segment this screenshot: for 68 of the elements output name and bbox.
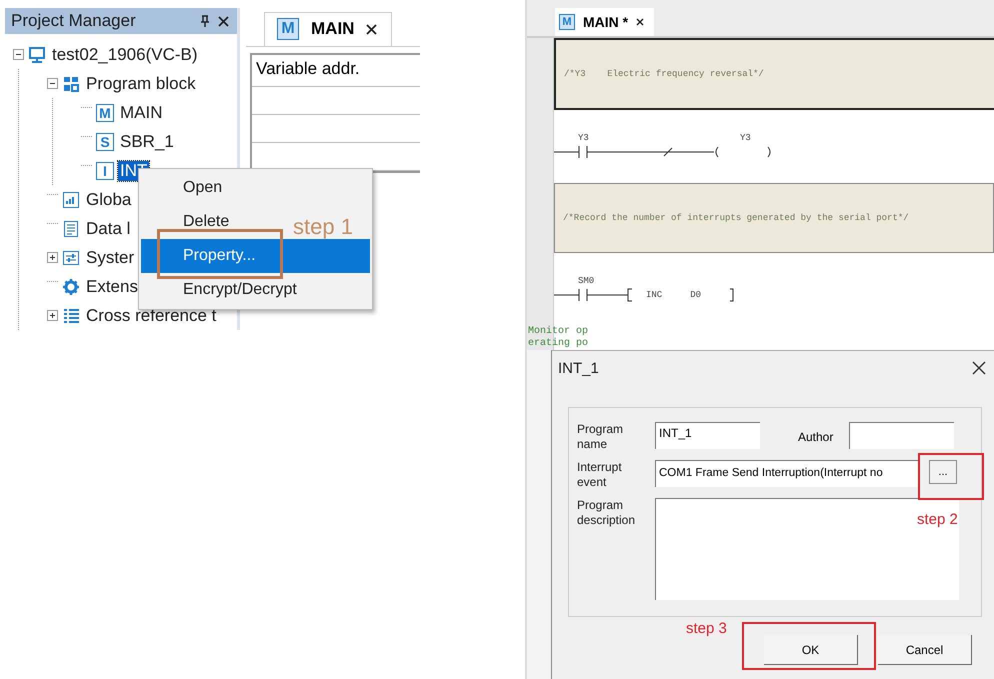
field-label: Author <box>798 430 834 444</box>
program-name-field[interactable]: INT_1 <box>655 422 760 449</box>
tab-label: MAIN * <box>583 14 628 30</box>
note-text: erating po <box>528 338 590 350</box>
note-text: Monitor op <box>528 326 590 338</box>
contact-symbol <box>554 288 624 302</box>
list-icon <box>62 306 80 324</box>
program-icon: S <box>96 132 114 150</box>
collapse-icon[interactable] <box>13 49 24 60</box>
program-icon: M <box>96 104 114 122</box>
browse-button[interactable]: ... <box>929 460 957 484</box>
panel-title: Project Manager <box>11 11 137 31</box>
tree-item[interactable]: MAIN <box>118 102 164 122</box>
editor-tab[interactable]: M MAIN * <box>555 8 654 36</box>
close-icon[interactable] <box>218 16 229 26</box>
program-icon: M <box>559 14 575 30</box>
close-icon[interactable] <box>972 361 986 375</box>
close-icon[interactable] <box>366 24 378 34</box>
step-label: step 1 <box>293 214 353 240</box>
comment-text: /*Y3 Electric frequency reversal*/ <box>564 68 764 79</box>
step-label: step 3 <box>686 620 727 637</box>
close-icon[interactable] <box>636 18 644 26</box>
blocks-icon <box>62 74 80 92</box>
program-icon: I <box>96 162 114 180</box>
field-label: Interrupt event <box>577 460 623 490</box>
author-field[interactable] <box>849 422 954 449</box>
dialog-title: INT_1 <box>558 360 599 376</box>
contact-label: Y3 <box>577 133 589 146</box>
tree-item[interactable]: Cross reference t <box>84 306 218 326</box>
field-label: Program name <box>577 422 624 452</box>
sliders-icon <box>62 248 80 266</box>
interrupt-event-field[interactable]: COM1 Frame Send Interruption(Interrupt no <box>655 460 919 487</box>
tree-item[interactable]: SBR_1 <box>118 132 176 152</box>
expand-icon[interactable] <box>47 310 58 321</box>
tab-label: MAIN <box>311 19 354 39</box>
tree-item[interactable]: test02_1906(VC-B) <box>50 44 200 64</box>
tree-item[interactable]: Data l <box>84 218 132 238</box>
document-icon <box>62 220 80 238</box>
coil-label: Y3 <box>739 133 751 146</box>
program-icon: M <box>277 18 299 40</box>
menu-item[interactable]: Open <box>141 171 230 205</box>
operand-label: D0 <box>690 290 702 300</box>
bracket-icon <box>624 288 634 302</box>
menu-item[interactable]: Encrypt/Decrypt <box>141 273 305 307</box>
gear-icon <box>62 278 80 296</box>
step-label: step 2 <box>917 511 958 528</box>
instruction-label: INC <box>646 290 662 300</box>
expand-icon[interactable] <box>47 252 58 263</box>
menu-item[interactable]: Property... <box>141 239 370 273</box>
chart-icon <box>62 190 80 208</box>
tree-item[interactable]: Program block <box>84 74 198 94</box>
comment-text: /*Record the number of interrupts generated by the serial port*/ <box>563 212 909 223</box>
tree-item[interactable]: Syster <box>84 248 136 268</box>
editor-tab[interactable]: M MAIN <box>264 12 392 46</box>
menu-item[interactable]: Delete <box>141 205 238 239</box>
description-field[interactable] <box>654 498 959 600</box>
contact-symbol <box>554 145 624 160</box>
computer-icon <box>28 46 46 64</box>
ok-button[interactable]: OK <box>764 635 858 665</box>
cancel-button[interactable]: Cancel <box>878 635 972 665</box>
collapse-icon[interactable] <box>47 78 58 89</box>
pin-icon[interactable] <box>200 15 210 27</box>
field-label: Program description <box>577 498 636 528</box>
tree-item[interactable]: Extens <box>84 276 140 296</box>
column-header: Variable addr. <box>252 55 420 87</box>
contact-label: SM0 <box>577 276 594 288</box>
tree-item[interactable]: Globa <box>84 190 134 210</box>
highlight-frame <box>918 453 984 500</box>
